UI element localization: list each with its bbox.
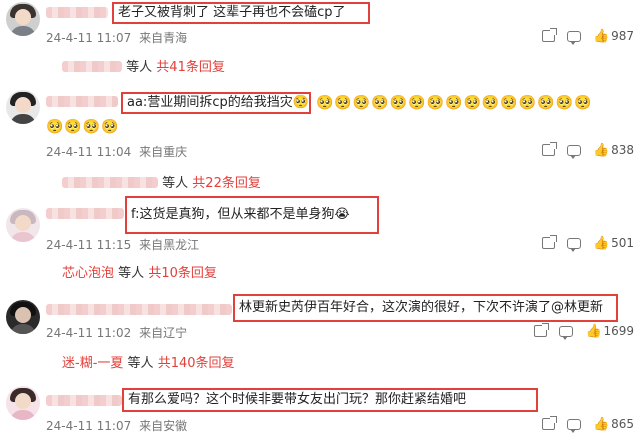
view-replies-link[interactable]: 共10条回复 [148,266,217,281]
thumbs-up-icon[interactable]: 👍 [593,418,609,431]
comment-icon[interactable] [559,325,574,340]
comment-icon[interactable] [567,418,582,433]
view-replies-link[interactable]: 共22条回复 [192,176,261,191]
reply-name-blurred [62,61,122,72]
view-replies-link[interactable]: 共41条回复 [156,60,225,75]
comment-meta: 24-4-11 11:15 来自黑龙江 [46,236,203,253]
comment-date: 24-4-11 11:07 [46,31,132,45]
reply-suffix: 等人 [127,356,154,371]
username-blurred[interactable] [46,208,124,219]
share-icon[interactable] [542,28,558,42]
like-count: 838 [611,143,634,157]
avatar[interactable] [6,90,40,124]
comment-text: 有那么爱吗？这个时候非要带女友出门玩？那你赶紧结婚吧 [122,388,538,412]
comment-meta: 24-4-11 11:07 来自安徽 [46,417,191,434]
avatar[interactable] [6,208,40,242]
reply-suffix: 等人 [162,176,189,191]
reply-summary[interactable]: 等人 共22条回复 [62,172,261,191]
comment-date: 24-4-11 11:07 [46,419,132,433]
comment-text: f:这货是真狗，但从来都不是单身狗😭 [125,196,379,234]
thumbs-up-icon[interactable]: 👍 [593,237,609,250]
reply-name[interactable]: 迷-糊-一夏 [62,356,123,371]
comment-1: 老子又被背刺了 这辈子再也不会磕cp了 24-4-11 11:07 来自青海 👍… [0,0,640,80]
comment-4: 林更新史芮伊百年好合，这次演的很好，下次不许演了@林更新 24-4-11 11:… [0,290,640,372]
reply-name-blurred [62,177,158,188]
thumbs-up-icon[interactable]: 👍 [585,325,601,338]
username-blurred[interactable] [46,96,118,107]
comment-meta: 24-4-11 11:07 来自青海 [46,29,191,46]
emoji-row: 🥺🥺🥺🥺🥺🥺🥺🥺🥺🥺🥺🥺🥺🥺🥺 [316,95,593,111]
comment-meta: 24-4-11 11:02 来自辽宁 [46,324,191,341]
comment-icon[interactable] [567,30,582,45]
comment-actions: 👍 501 [530,235,634,252]
emoji-row-2: 🥺🥺🥺🥺 [46,119,120,135]
thumbs-up-icon[interactable]: 👍 [593,30,609,43]
comment-meta: 24-4-11 11:04 来自重庆 [46,143,191,160]
comment-actions: 👍 1699 [522,323,634,340]
reply-suffix: 等人 [126,60,153,75]
comment-date: 24-4-11 11:15 [46,238,132,252]
username-blurred[interactable] [46,304,232,315]
comment-icon[interactable] [567,144,582,159]
comment-location: 来自黑龙江 [139,238,200,252]
like-count: 1699 [603,324,634,338]
comment-actions: 👍 838 [530,142,634,159]
share-icon[interactable] [542,416,558,430]
comment-text: 老子又被背刺了 这辈子再也不会磕cp了 [112,2,370,24]
comment-3: f:这货是真狗，但从来都不是单身狗😭 24-4-11 11:15 来自黑龙江 👍… [0,196,640,286]
comment-location: 来自安徽 [139,419,188,433]
share-icon[interactable] [542,235,558,249]
comment-location: 来自辽宁 [139,326,188,340]
like-count: 987 [611,29,634,43]
reply-name[interactable]: 芯心泡泡 [62,266,114,281]
username-blurred[interactable] [46,7,108,18]
comment-actions: 👍 865 [530,416,634,433]
username-blurred[interactable] [46,395,122,406]
share-icon[interactable] [534,323,550,337]
reply-summary[interactable]: 迷-糊-一夏 等人 共140条回复 [62,352,235,371]
like-count: 501 [611,236,634,250]
reply-summary[interactable]: 等人 共41条回复 [62,56,225,75]
share-icon[interactable] [542,142,558,156]
thumbs-up-icon[interactable]: 👍 [593,144,609,157]
comment-location: 来自青海 [139,31,188,45]
reply-summary[interactable]: 芯心泡泡 等人 共10条回复 [62,262,217,281]
comment-2: aa:营业期间拆cp的给我挡灾🥺 🥺🥺🥺🥺🥺🥺🥺🥺🥺🥺🥺🥺🥺🥺🥺 🥺🥺🥺🥺 24… [0,86,640,191]
comment-actions: 👍 987 [530,28,634,45]
avatar[interactable] [6,386,40,420]
like-count: 865 [611,417,634,431]
comment-date: 24-4-11 11:04 [46,145,132,159]
comment-icon[interactable] [567,237,582,252]
comment-text: 林更新史芮伊百年好合，这次演的很好，下次不许演了@林更新 [233,294,618,322]
comment-text: aa:营业期间拆cp的给我挡灾🥺 [121,92,311,114]
reply-suffix: 等人 [118,266,145,281]
avatar[interactable] [6,2,40,36]
comment-5: 有那么爱吗？这个时候非要带女友出门玩？那你赶紧结婚吧 24-4-11 11:07… [0,378,640,438]
view-replies-link[interactable]: 共140条回复 [158,356,235,371]
comment-date: 24-4-11 11:02 [46,326,132,340]
comment-location: 来自重庆 [139,145,188,159]
avatar[interactable] [6,300,40,334]
